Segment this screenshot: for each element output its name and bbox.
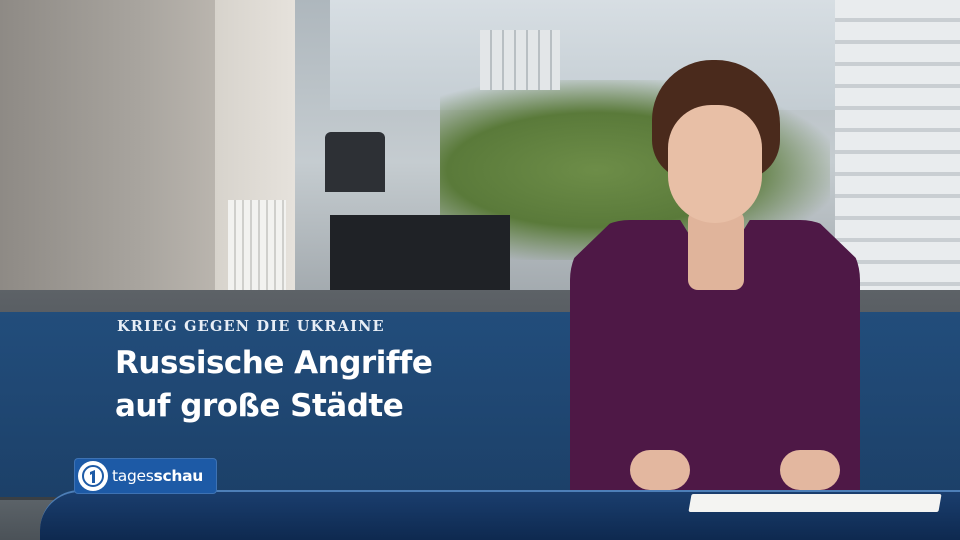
headline-line-2: auf große Städte — [115, 388, 404, 424]
news-presenter — [570, 60, 860, 500]
topic-kicker: KRIEG GEGEN DIE UKRAINE — [117, 318, 385, 335]
logo-text-regular: tages — [112, 467, 154, 485]
papers — [688, 494, 942, 512]
presenter-face — [668, 105, 762, 223]
headline: Russische Angriffe auf große Städte — [115, 342, 455, 428]
headline-line-1: Russische Angriffe — [115, 345, 433, 381]
right-hand — [780, 450, 840, 490]
logo-wordmark: tagesschau — [112, 467, 203, 485]
ard-one-icon — [78, 461, 108, 491]
radiator — [228, 200, 286, 300]
left-hand — [630, 450, 690, 490]
office-chair — [325, 132, 385, 192]
broadcast-frame: KRIEG GEGEN DIE UKRAINE Russische Angrif… — [0, 0, 960, 540]
logo-text-bold: schau — [153, 467, 204, 485]
tagesschau-logo: tagesschau — [74, 458, 217, 494]
damaged-wall — [0, 0, 230, 320]
distant-building — [480, 30, 560, 90]
